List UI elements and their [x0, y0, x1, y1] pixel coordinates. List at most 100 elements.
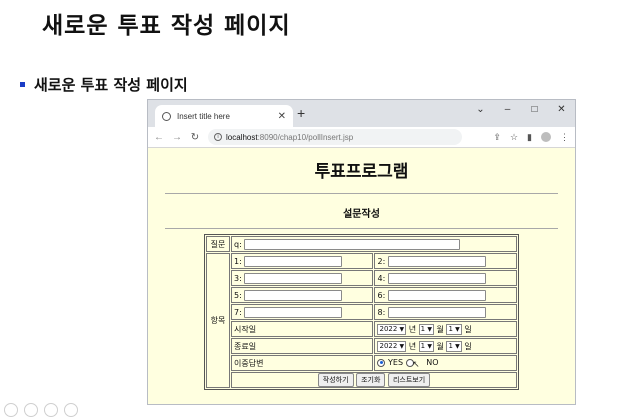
option-label-4: 4: — [377, 273, 386, 283]
nav-dot[interactable] — [44, 403, 58, 417]
end-month-unit: 월 — [436, 341, 444, 351]
option-input-2[interactable] — [387, 255, 486, 267]
page-content: 투표프로그램 설문작성 질문 q: 항목 1: 2: 3: 4: 5: 6: 7… — [148, 148, 575, 404]
end-month-value: 1 — [420, 341, 426, 350]
start-date-row: 시작일 2022 ▼ 년 1 ▼ 월 1 ▼ 일 — [206, 321, 517, 337]
new-tab-button[interactable]: + — [297, 105, 305, 121]
slide-nav-dots — [4, 403, 78, 417]
tab-title: Insert title here — [177, 111, 230, 121]
page-subheading: 설문작성 — [343, 209, 380, 220]
poll-form-table: 질문 q: 항목 1: 2: 3: 4: 5: 6: 7: 8: 시작일 202… — [204, 234, 519, 390]
close-tab-icon[interactable]: ✕ — [278, 111, 286, 122]
end-year-unit: 년 — [408, 341, 417, 351]
start-day-value: 1 — [448, 324, 453, 333]
browser-window: Insert title here ✕ + ⌄ – □ ✕ ← → ↻ i lo… — [147, 99, 576, 405]
yes-label: YES — [388, 358, 404, 367]
nav-dot[interactable] — [64, 403, 78, 417]
url-host: localhost — [226, 132, 258, 142]
browser-tab[interactable]: Insert title here ✕ — [155, 105, 293, 127]
forward-icon[interactable]: → — [172, 132, 182, 143]
tab-bar: Insert title here ✕ + ⌄ – □ ✕ — [148, 100, 575, 127]
chevron-down-icon[interactable]: ⌄ — [467, 104, 494, 115]
star-icon[interactable]: ☆ — [510, 132, 518, 143]
end-day-unit: 일 — [464, 341, 472, 351]
option-input-8[interactable] — [387, 306, 486, 318]
end-date-row: 종료일 2022 ▼ 년 1 ▼ 월 1 ▼ 일 — [206, 338, 517, 354]
option-row-1: 항목 1: 2: — [206, 253, 517, 388]
start-month-unit: 월 — [436, 324, 444, 334]
option-input-4[interactable] — [387, 272, 486, 284]
slide-bullet: 새로운 투표 작성 페이지 — [20, 74, 188, 95]
divider-top — [165, 193, 558, 194]
end-date-label: 종료일 — [231, 338, 374, 354]
nav-dot[interactable] — [24, 403, 38, 417]
option-cell-3: 3: — [231, 270, 374, 286]
question-row: 질문 q: — [206, 236, 517, 252]
option-label-7: 7: — [234, 307, 242, 317]
end-month-select[interactable]: 1 ▼ — [418, 340, 434, 352]
end-date-cell: 2022 ▼ 년 1 ▼ 월 1 ▼ 일 — [374, 338, 517, 354]
option-label-8: 8: — [377, 307, 386, 317]
end-day-select[interactable]: 1 ▼ — [446, 340, 462, 352]
dup-answer-cell: YES ↖ NO — [374, 355, 517, 371]
kebab-menu-icon[interactable]: ⋮ — [560, 132, 569, 143]
start-day-unit: 일 — [464, 324, 472, 334]
close-window-button[interactable]: ✕ — [548, 104, 575, 115]
question-label: 질문 — [206, 236, 230, 252]
option-label-5: 5: — [234, 290, 242, 300]
start-year-select[interactable]: 2022 ▼ — [377, 323, 407, 335]
start-day-select[interactable]: 1 ▼ — [446, 323, 462, 335]
option-cell-1: 1: — [231, 253, 374, 269]
info-icon[interactable]: i — [214, 133, 222, 141]
slide-bullet-text: 새로운 투표 작성 페이지 — [34, 76, 188, 94]
back-icon[interactable]: ← — [154, 132, 164, 143]
start-date-cell: 2022 ▼ 년 1 ▼ 월 1 ▼ 일 — [374, 321, 517, 337]
start-month-select[interactable]: 1 ▼ — [418, 323, 434, 335]
window-controls: ⌄ – □ ✕ — [467, 100, 575, 118]
nav-dot[interactable] — [4, 403, 18, 417]
option-cell-6: 6: — [374, 287, 517, 303]
dup-answer-label: 이중답변 — [231, 355, 374, 371]
option-row-2: 3: 4: — [206, 270, 517, 286]
option-cell-7: 7: — [231, 304, 374, 320]
items-label: 항목 — [206, 253, 230, 388]
globe-icon — [162, 111, 171, 121]
question-cell: q: — [231, 236, 517, 252]
no-label: NO — [426, 358, 439, 367]
list-button[interactable]: 리스트보기 — [387, 373, 431, 387]
question-prefix: q: — [234, 239, 242, 249]
option-label-2: 2: — [377, 256, 386, 266]
profile-avatar-icon[interactable] — [541, 131, 551, 142]
reload-icon[interactable]: ↻ — [190, 132, 200, 143]
option-cell-2: 2: — [374, 253, 517, 269]
maximize-button[interactable]: □ — [521, 104, 548, 115]
submit-button[interactable]: 작성하기 — [317, 373, 354, 387]
sidebar-icon[interactable]: ▮ — [527, 132, 532, 143]
option-cell-4: 4: — [374, 270, 517, 286]
page-heading: 투표프로그램 — [314, 162, 409, 182]
option-row-3: 5: 6: — [206, 287, 517, 303]
minimize-button[interactable]: – — [494, 104, 521, 115]
start-month-value: 1 — [420, 324, 426, 333]
dup-answer-row: 이중답변 YES ↖ NO — [206, 355, 517, 371]
start-year-unit: 년 — [408, 324, 417, 334]
url-path: :8090/chap10/pollInsert.jsp — [257, 132, 354, 142]
end-year-value: 2022 — [379, 341, 398, 350]
option-input-7[interactable] — [244, 306, 343, 318]
question-input[interactable] — [244, 238, 461, 250]
option-cell-5: 5: — [231, 287, 374, 303]
option-input-3[interactable] — [244, 272, 343, 284]
button-cell: 작성하기 조기화 리스트보기 — [231, 372, 517, 388]
toolbar-icons: ⇪ ☆ ▮ ⋮ — [493, 131, 569, 143]
address-bar[interactable]: i localhost:8090/chap10/pollInsert.jsp — [208, 129, 462, 145]
slide-title: 새로운 투표 작성 페이지 — [42, 13, 291, 39]
share-icon[interactable]: ⇪ — [493, 132, 501, 143]
reset-button[interactable]: 조기화 — [356, 373, 386, 387]
yes-radio[interactable] — [377, 358, 386, 367]
option-input-1[interactable] — [244, 255, 343, 267]
button-row: 작성하기 조기화 리스트보기 — [206, 372, 517, 388]
divider-bottom — [165, 228, 558, 229]
option-input-5[interactable] — [244, 289, 343, 301]
option-input-6[interactable] — [387, 289, 486, 301]
end-year-select[interactable]: 2022 ▼ — [377, 340, 407, 352]
